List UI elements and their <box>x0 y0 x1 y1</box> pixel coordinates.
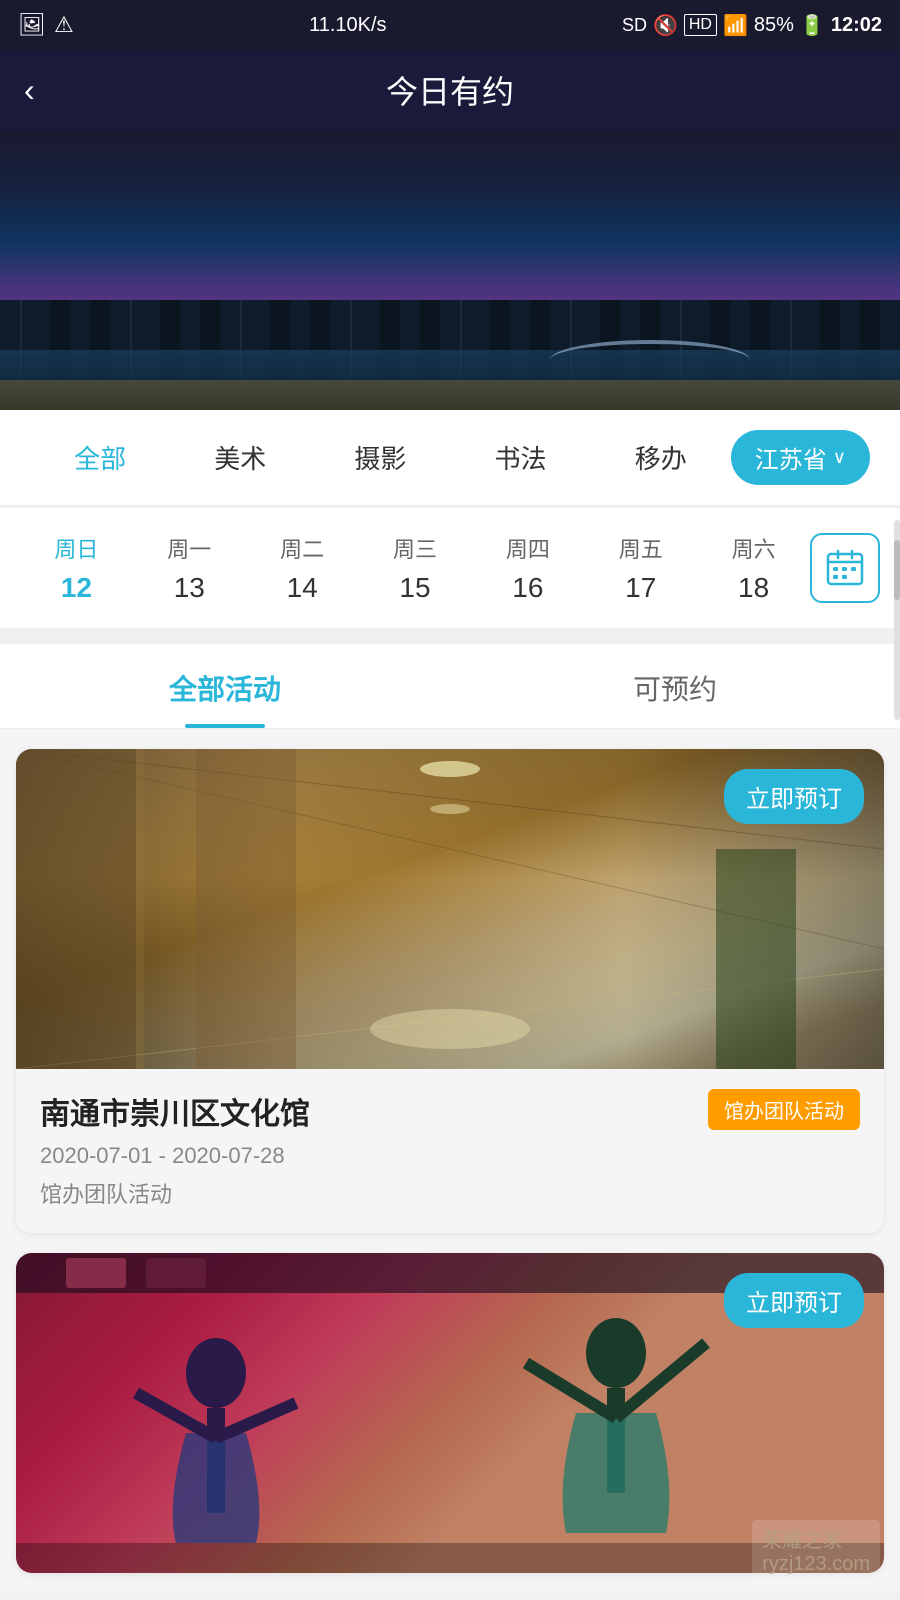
category-more[interactable]: 移办 <box>591 431 731 484</box>
network-speed: 11.10K/s <box>309 14 386 37</box>
activity-type-badge-1: 馆办团队活动 <box>708 1089 860 1130</box>
scroll-thumb <box>894 540 900 600</box>
scroll-indicator <box>894 520 900 720</box>
book-badge-1[interactable]: 立即预订 <box>724 769 864 824</box>
calendar-picker-button[interactable] <box>810 533 880 603</box>
category-calligraphy[interactable]: 书法 <box>450 431 590 484</box>
card-title-1: 南通市崇川区文化馆 <box>40 1089 310 1133</box>
card-image-container-1: 立即预订 At 18 <box>16 749 884 1069</box>
status-right: SD 🔇 HD 📶 85% 🔋 12:02 <box>622 13 882 38</box>
day-monday[interactable]: 周一 13 <box>133 532 246 604</box>
day-name-sun: 周日 <box>54 532 98 564</box>
card-date-1: 2020-07-01 - 2020-07-28 <box>40 1143 860 1169</box>
chevron-down-icon: ∨ <box>833 447 846 468</box>
day-name-thu: 周四 <box>506 532 550 564</box>
image-icon: 🖼 <box>18 12 46 38</box>
status-bar: 🖼 ⚠ 11.10K/s SD 🔇 HD 📶 85% 🔋 12:02 <box>0 0 900 50</box>
day-num-fri: 17 <box>625 572 656 604</box>
day-num-tue: 14 <box>287 572 318 604</box>
category-photo[interactable]: 摄影 <box>310 431 450 484</box>
day-tuesday[interactable]: 周二 14 <box>246 532 359 604</box>
top-nav: ‹ 今日有约 <box>0 50 900 130</box>
calendar-icon <box>825 548 865 588</box>
category-all[interactable]: 全部 <box>30 431 170 484</box>
book-badge-2[interactable]: 立即预订 <box>724 1273 864 1328</box>
watermark: 荣耀之家ryzj123.com <box>752 1520 880 1580</box>
sd-icon: SD <box>622 15 647 36</box>
card-type-text-1: 馆办团队活动 <box>40 1177 860 1209</box>
status-left: 🖼 ⚠ <box>18 12 74 38</box>
battery-level: 85% <box>754 14 794 37</box>
category-bar: 全部 美术 摄影 书法 移办 江苏省 ∨ <box>0 410 900 506</box>
day-num-wed: 15 <box>399 572 430 604</box>
battery-icon: 🔋 <box>800 13 825 38</box>
warning-icon: ⚠ <box>54 12 74 38</box>
activity-tabs: 全部活动 可预约 <box>0 644 900 729</box>
day-num-sat: 18 <box>738 572 769 604</box>
at18-label: At 18 <box>847 991 884 1009</box>
card-info-1: 南通市崇川区文化馆 馆办团队活动 2020-07-01 - 2020-07-28… <box>16 1069 884 1233</box>
day-friday[interactable]: 周五 17 <box>584 532 697 604</box>
card-title-row-1: 南通市崇川区文化馆 馆办团队活动 <box>40 1089 860 1133</box>
category-art[interactable]: 美术 <box>170 431 310 484</box>
day-num-thu: 16 <box>512 572 543 604</box>
mute-icon: 🔇 <box>653 13 678 38</box>
province-label: 江苏省 <box>755 440 827 475</box>
day-sunday[interactable]: 周日 12 <box>20 532 133 604</box>
day-name-fri: 周五 <box>619 532 663 564</box>
day-num-mon: 13 <box>174 572 205 604</box>
day-name-sat: 周六 <box>732 532 776 564</box>
activities-list: 立即预订 At 18 南通市崇川区文化馆 馆办团队活动 2020-07-01 -… <box>0 729 900 1593</box>
day-name-mon: 周一 <box>167 532 211 564</box>
bridge-effect <box>550 340 750 380</box>
back-button[interactable]: ‹ <box>24 72 35 109</box>
activity-card-1[interactable]: 立即预订 At 18 南通市崇川区文化馆 馆办团队活动 2020-07-01 -… <box>16 749 884 1233</box>
day-wednesday[interactable]: 周三 15 <box>359 532 472 604</box>
day-saturday[interactable]: 周六 18 <box>697 532 810 604</box>
signal-icon: 📶 <box>723 13 748 38</box>
hd-icon: HD <box>684 14 717 36</box>
river-effect <box>0 350 900 410</box>
day-name-wed: 周三 <box>393 532 437 564</box>
hero-banner <box>0 130 900 410</box>
day-thursday[interactable]: 周四 16 <box>471 532 584 604</box>
day-name-tue: 周二 <box>280 532 324 564</box>
clock: 12:02 <box>831 14 882 37</box>
day-num-sun: 12 <box>61 572 92 604</box>
tab-bookable[interactable]: 可预约 <box>450 644 900 728</box>
province-selector[interactable]: 江苏省 ∨ <box>731 430 870 485</box>
tab-all-activities[interactable]: 全部活动 <box>0 644 450 728</box>
page-title: 今日有约 <box>386 67 514 113</box>
week-calendar: 周日 12 周一 13 周二 14 周三 15 周四 16 周五 17 周六 1… <box>0 508 900 628</box>
